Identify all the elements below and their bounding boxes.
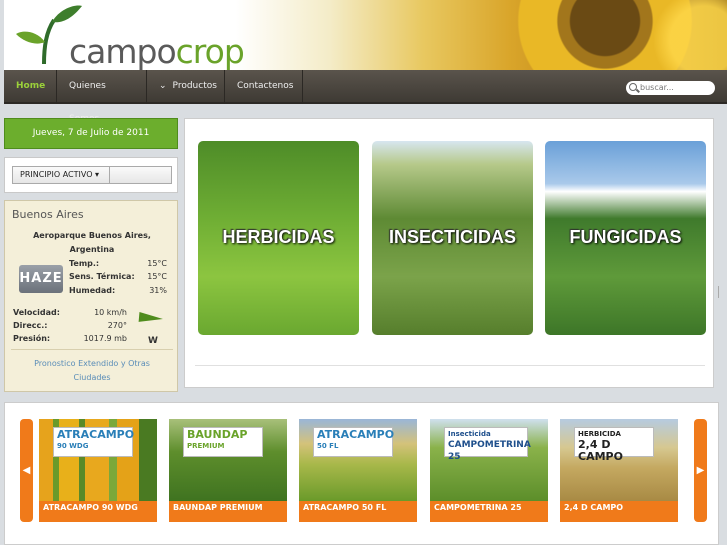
campocrop-logo[interactable]: campocrop	[14, 2, 245, 70]
product-atracampo-90-wdg[interactable]: ATRACAMPO 90 WDG ATRACAMPO 90 WDG	[39, 419, 157, 522]
carousel-prev-button[interactable]: ◀	[20, 419, 33, 522]
pressure-label: Presión:	[13, 334, 51, 343]
divider	[195, 365, 705, 366]
nav-contactenos[interactable]: Contactenos	[225, 70, 303, 104]
product-label: BAUNDAP PREMIUM	[169, 501, 287, 522]
weather-widget: Buenos Aires Aeroparque Buenos Aires, Ar…	[4, 200, 178, 392]
category-fungicidas[interactable]: FUNGICIDAS	[545, 141, 706, 335]
nav-home[interactable]: Home	[4, 70, 57, 104]
search-placeholder: buscar...	[640, 83, 674, 92]
header-banner: campocrop	[4, 0, 727, 70]
chevron-right-icon: ▶	[696, 465, 705, 476]
search-icon	[629, 83, 637, 91]
scrollbar-grip[interactable]	[718, 286, 727, 298]
temp-label: Temp.:	[69, 259, 100, 268]
product-package: Insecticida CAMPOMETRINA 25	[444, 427, 531, 462]
nav-quienes-somos[interactable]: Quienes Somos	[57, 70, 147, 124]
wind-label: Velocidad:	[13, 308, 60, 317]
wind-value: 10 km/h	[94, 308, 127, 317]
weather-city: Buenos Aires	[12, 208, 84, 221]
product-label: ATRACAMPO 50 FL	[299, 501, 417, 522]
product-2-4-d-campo[interactable]: HERBICIDA 2,4 D CAMPO 2,4 D CAMPO	[560, 419, 678, 522]
sun-glow	[644, 0, 727, 70]
extended-forecast-link[interactable]: Pronostico Extendido y Otras Ciudades	[5, 357, 179, 385]
date-banner: Jueves, 7 de Julio de 2011	[4, 118, 178, 149]
product-package: ATRACAMPO 50 FL	[313, 427, 394, 457]
product-package: BAUNDAP PREMIUM	[183, 427, 263, 457]
wind-direction-letter: W	[148, 336, 158, 346]
category-label: INSECTICIDAS	[388, 227, 516, 247]
principio-activo-dropdown[interactable]: PRINCIPIO ACTIVO ▾	[12, 166, 172, 184]
category-insecticidas[interactable]: INSECTICIDAS	[372, 141, 533, 335]
product-campometrina-25[interactable]: Insecticida CAMPOMETRINA 25 CAMPOMETRINA …	[430, 419, 548, 522]
product-atracampo-50-fl[interactable]: ATRACAMPO 50 FL ATRACAMPO 50 FL	[299, 419, 417, 522]
product-baundap-premium[interactable]: BAUNDAP PREMIUM BAUNDAP PREMIUM	[169, 419, 287, 522]
product-package: ATRACAMPO 90 WDG	[53, 427, 134, 457]
category-herbicidas[interactable]: HERBICIDAS	[198, 141, 359, 335]
product-label: 2,4 D CAMPO	[560, 501, 678, 522]
wind-arrow-icon	[138, 311, 164, 325]
main-navigation: Home Quienes Somos ⌄Productos Contacteno…	[4, 70, 727, 124]
humidity-label: Humedad:	[69, 286, 116, 295]
principio-activo-panel: PRINCIPIO ACTIVO ▾	[4, 157, 178, 193]
direction-value: 270°	[107, 321, 127, 330]
chevron-down-icon: ⌄	[159, 81, 167, 91]
categories-panel: HERBICIDAS INSECTICIDAS FUNGICIDAS	[184, 118, 714, 388]
carousel-next-button[interactable]: ▶	[694, 419, 707, 522]
product-label: CAMPOMETRINA 25	[430, 501, 548, 522]
brand-name: campocrop	[69, 32, 245, 70]
divider	[11, 349, 173, 350]
category-label: HERBICIDAS	[222, 227, 335, 247]
pressure-value: 1017.9 mb	[83, 334, 127, 343]
weather-station: Aeroparque Buenos Aires, Argentina	[33, 231, 151, 254]
product-carousel: ◀ ATRACAMPO 90 WDG ATRACAMPO 90 WDG BAUND…	[4, 402, 719, 545]
temp-value: 15°C	[147, 259, 167, 268]
humidity-value: 31%	[149, 286, 167, 295]
feels-value: 15°C	[147, 272, 167, 281]
search-input[interactable]: buscar...	[626, 81, 715, 95]
nav-productos[interactable]: ⌄ Productos	[147, 70, 225, 104]
chevron-left-icon: ◀	[22, 465, 31, 476]
product-package: HERBICIDA 2,4 D CAMPO	[574, 427, 654, 463]
product-label: ATRACAMPO 90 WDG	[39, 501, 157, 522]
haze-weather-icon: HAZE	[19, 265, 63, 293]
direction-label: Direcc.:	[13, 321, 48, 330]
caret-down-icon: ▾	[95, 170, 100, 179]
category-label: FUNGICIDAS	[569, 227, 682, 247]
